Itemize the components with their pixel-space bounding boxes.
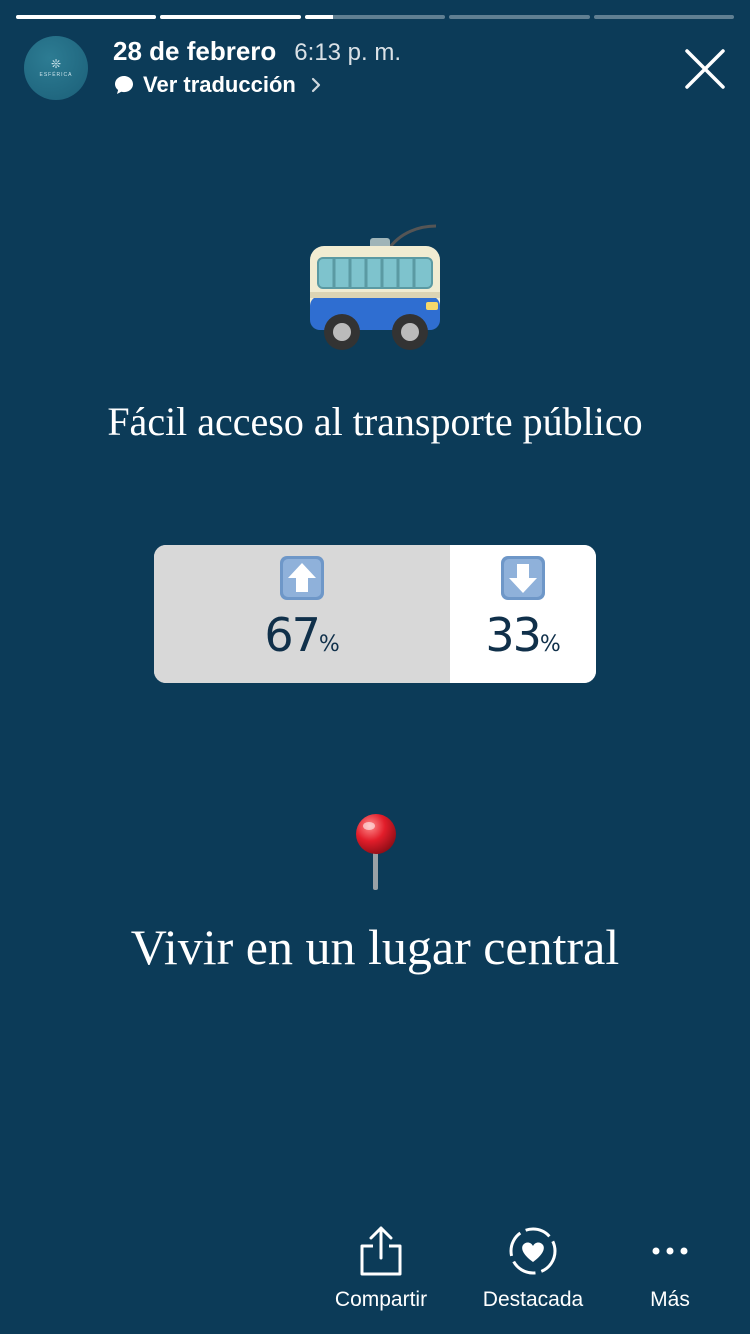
share-icon	[360, 1226, 402, 1276]
poll-up-percentage: 67%	[264, 611, 339, 669]
highlight-button[interactable]: Destacada	[474, 1224, 592, 1312]
down-arrow-icon	[501, 556, 546, 600]
progress-segment	[304, 15, 446, 19]
trolleybus-icon	[310, 224, 440, 350]
up-arrow-icon	[280, 556, 325, 600]
avatar[interactable]: ❊ ESFÉRICA	[24, 36, 88, 100]
logo-text: ESFÉRICA	[39, 72, 73, 78]
heading-location: Vivir en un lugar central	[130, 919, 620, 975]
story-meta: 28 de febrero 6:13 p. m. Ver traducción	[113, 36, 401, 98]
poll-down-percentage: 33%	[485, 611, 560, 669]
close-icon[interactable]	[684, 48, 726, 90]
chevron-right-icon	[311, 77, 320, 93]
highlight-heart-icon	[509, 1227, 557, 1275]
logo-mark-icon: ❊	[50, 57, 62, 71]
highlight-label: Destacada	[482, 1288, 584, 1311]
story-time: 6:13 p. m.	[294, 39, 402, 66]
story-date: 28 de febrero	[113, 36, 277, 66]
round-pushpin-icon	[356, 814, 396, 890]
more-button[interactable]: Más	[630, 1224, 710, 1312]
share-button[interactable]: Compartir	[326, 1224, 436, 1312]
more-label: Más	[650, 1288, 690, 1311]
story-header: ❊ ESFÉRICA 28 de febrero 6:13 p. m. Ver …	[24, 36, 726, 100]
progress-segment	[449, 15, 590, 19]
story-action-bar: Compartir Destacada Más	[0, 1214, 750, 1334]
poll-option-down[interactable]: 33%	[450, 545, 596, 683]
poll-down-value: 33	[485, 608, 542, 662]
see-translation-link[interactable]: Ver traducción	[113, 72, 401, 98]
progress-segment	[160, 15, 301, 19]
progress-segment	[593, 15, 735, 19]
heading-transport: Fácil acceso al transporte público	[107, 399, 643, 444]
more-dots-icon	[652, 1247, 688, 1255]
percent-sign: %	[539, 632, 561, 657]
progress-segment	[16, 15, 157, 19]
percent-sign: %	[318, 632, 340, 657]
slider-poll: 67% 33%	[154, 545, 596, 683]
story-progress-bar	[16, 15, 735, 19]
see-translation-label: Ver traducción	[143, 72, 296, 97]
poll-option-up[interactable]: 67%	[154, 545, 451, 683]
chat-bubble-icon	[115, 76, 133, 94]
poll-up-value: 67	[264, 608, 321, 662]
share-label: Compartir	[334, 1288, 428, 1311]
